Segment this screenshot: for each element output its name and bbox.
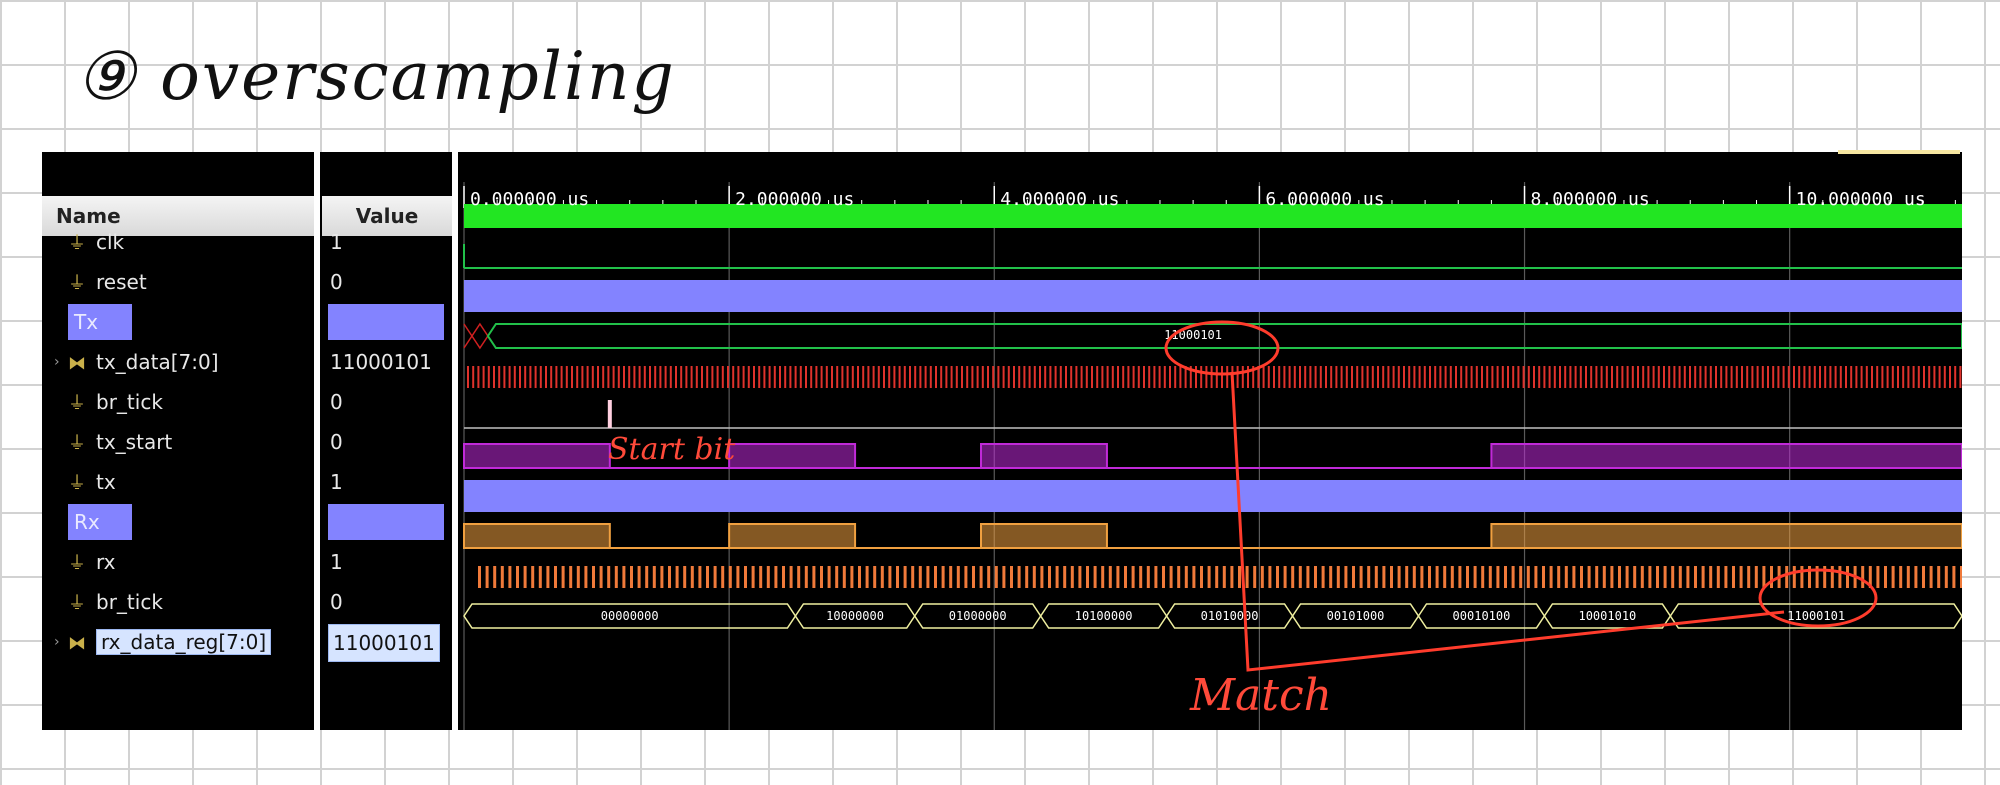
rx-data-highlight-circle [1758, 568, 1878, 628]
match-connector-line [1230, 371, 1785, 672]
annotation-overlay [1164, 150, 1960, 672]
timeline-scroll-indicator [1838, 150, 1960, 154]
tx-data-highlight-circle [1164, 320, 1280, 376]
